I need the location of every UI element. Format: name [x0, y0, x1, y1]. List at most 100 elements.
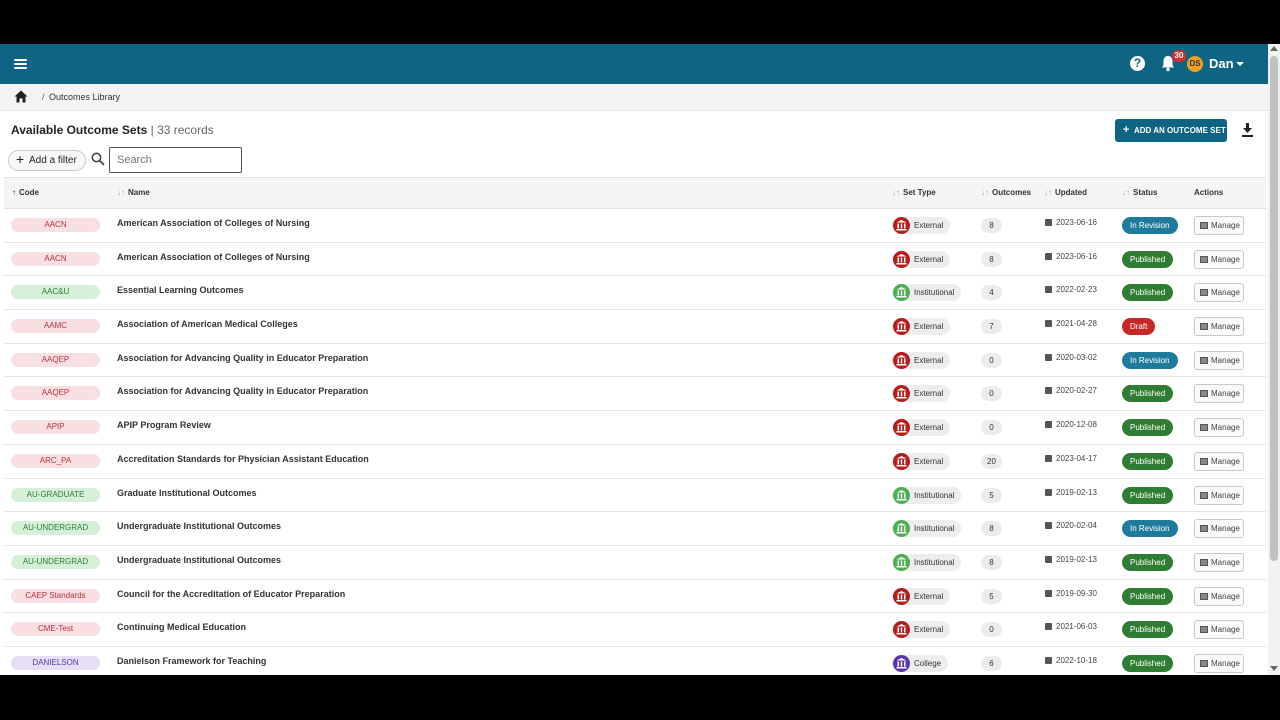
institution-building-icon — [893, 587, 910, 605]
updated-date: 2023-06-16 — [1045, 218, 1097, 227]
status-badge: Published — [1122, 452, 1174, 470]
table-row[interactable]: AU-UNDERGRAD Undergraduate Institutional … — [4, 545, 1266, 580]
updated-date: 2019-09-30 — [1045, 589, 1097, 598]
column-header-name[interactable]: ↓↑ Name — [117, 188, 150, 197]
outcome-set-name[interactable]: Council for the Accreditation of Educato… — [117, 589, 345, 599]
table-row[interactable]: AAC&U Essential Learning Outcomes Institut… — [4, 276, 1266, 311]
table-row[interactable]: AACN American Association of Colleges of … — [4, 242, 1266, 277]
manage-button[interactable]: Manage — [1194, 586, 1244, 606]
column-header-set-type[interactable]: ↓↑ Set Type — [892, 188, 936, 197]
calendar-icon — [1045, 252, 1052, 260]
updated-date: 2022-02-23 — [1045, 285, 1097, 294]
calendar-icon — [1045, 421, 1052, 429]
outcome-set-name[interactable]: Graduate Institutional Outcomes — [117, 488, 257, 498]
manage-button[interactable]: Manage — [1194, 249, 1244, 269]
user-avatar[interactable]: DS — [1187, 56, 1203, 72]
home-icon[interactable] — [14, 90, 28, 103]
calendar-icon — [1045, 387, 1052, 395]
manage-button[interactable]: Manage — [1194, 418, 1244, 438]
scroll-down-arrow-icon[interactable] — [1270, 666, 1278, 671]
set-type-badge: External — [892, 419, 951, 437]
outcome-set-name[interactable]: APIP Program Review — [117, 420, 211, 430]
plus-icon: + — [1123, 124, 1130, 136]
menu-icon[interactable] — [14, 59, 27, 69]
column-header-outcomes[interactable]: ↓↑ Outcomes — [981, 188, 1031, 197]
outcomes-count: 8 — [981, 521, 1002, 537]
manage-button[interactable]: Manage — [1194, 620, 1244, 640]
user-menu-caret-icon[interactable] — [1236, 62, 1244, 66]
plus-icon: + — [16, 151, 25, 167]
updated-date: 2021-04-28 — [1045, 319, 1097, 328]
table-row[interactable]: CME-Test Continuing Medical Education Exte… — [4, 613, 1266, 647]
column-header-updated[interactable]: ↓↑ Updated — [1044, 188, 1087, 197]
breadcrumb-separator: / — [42, 92, 45, 102]
outcome-set-name[interactable]: American Association of Colleges of Nurs… — [117, 218, 310, 228]
scrollbar-thumb[interactable] — [1270, 56, 1278, 561]
updated-date: 2019-02-13 — [1045, 555, 1097, 564]
code-badge: CME-Test — [11, 622, 100, 637]
table-row[interactable]: ARC_PA Accreditation Standards for Physic… — [4, 444, 1266, 479]
set-type-label: External — [914, 389, 944, 399]
outcome-set-name[interactable]: Danielson Framework for Teaching — [117, 656, 266, 666]
add-filter-button[interactable]: + Add a filter — [8, 150, 86, 171]
table-row[interactable]: AAMC Association of American Medical Coll… — [4, 310, 1266, 344]
outcome-set-name[interactable]: Undergraduate Institutional Outcomes — [117, 555, 281, 565]
outcomes-count: 0 — [981, 622, 1002, 638]
manage-button[interactable]: Manage — [1194, 653, 1244, 673]
set-type-badge: External — [892, 217, 951, 234]
outcome-set-name[interactable]: Essential Learning Outcomes — [117, 285, 244, 295]
app-window: ? 30 DS Dan / Outcomes Library Available… — [0, 44, 1280, 675]
manage-button[interactable]: Manage — [1194, 317, 1244, 337]
set-type-label: External — [914, 456, 944, 466]
outcome-set-name[interactable]: Undergraduate Institutional Outcomes — [117, 521, 281, 531]
institution-building-icon — [893, 486, 910, 504]
calendar-icon — [1045, 320, 1052, 328]
table-row[interactable]: AACN American Association of Colleges of … — [4, 209, 1266, 243]
add-outcome-set-button[interactable]: + ADD AN OUTCOME SET — [1115, 119, 1227, 142]
help-icon[interactable]: ? — [1130, 56, 1145, 71]
manage-icon — [1200, 390, 1208, 398]
manage-button[interactable]: Manage — [1194, 283, 1244, 303]
manage-button[interactable]: Manage — [1194, 552, 1244, 572]
outcome-set-name[interactable]: Accreditation Standards for Physician As… — [117, 454, 369, 464]
status-badge: Published — [1122, 654, 1174, 672]
set-type-badge: External — [892, 351, 951, 369]
notifications-badge: 30 — [1172, 50, 1186, 62]
outcome-set-name[interactable]: American Association of Colleges of Nurs… — [117, 252, 310, 262]
outcome-set-name[interactable]: Association for Advancing Quality in Edu… — [117, 386, 368, 396]
outcomes-count: 8 — [981, 218, 1002, 233]
set-type-badge: College — [892, 654, 949, 672]
search-icon[interactable] — [91, 152, 105, 166]
manage-button[interactable]: Manage — [1194, 451, 1244, 471]
table-row[interactable]: APIP APIP Program Review External 0 2020-12-… — [4, 411, 1266, 445]
code-badge: AU-UNDERGRAD — [11, 554, 100, 569]
manage-icon — [1200, 659, 1208, 667]
manage-button[interactable]: Manage — [1194, 350, 1244, 370]
set-type-label: External — [914, 625, 944, 635]
table-row[interactable]: DANIELSON Danielson Framework for Teachin… — [4, 646, 1266, 675]
download-icon[interactable] — [1241, 123, 1254, 137]
outcome-set-name[interactable]: Continuing Medical Education — [117, 622, 246, 632]
set-type-badge: Institutional — [892, 486, 962, 504]
scrollbar[interactable] — [1268, 44, 1280, 675]
outcome-set-name[interactable]: Association for Advancing Quality in Edu… — [117, 353, 368, 363]
scroll-up-arrow-icon[interactable] — [1270, 46, 1278, 51]
column-header-status[interactable]: ↓↑ Status — [1122, 188, 1157, 197]
manage-button[interactable]: Manage — [1194, 519, 1244, 539]
set-type-label: External — [914, 591, 944, 601]
manage-button[interactable]: Manage — [1194, 384, 1244, 404]
outcomes-count: 8 — [981, 251, 1002, 267]
table-row[interactable]: AU-GRADUATE Graduate Institutional Outcom… — [4, 478, 1266, 513]
table-row[interactable]: AAQEP Association for Advancing Quality i… — [4, 343, 1266, 378]
table-row[interactable]: AU-UNDERGRAD Undergraduate Institutional … — [4, 512, 1266, 546]
column-header-code[interactable]: ↑ Code — [12, 188, 39, 197]
search-input[interactable] — [109, 147, 242, 173]
table-row[interactable]: CAEP Standards Council for the Accreditat… — [4, 579, 1266, 614]
table-row[interactable]: AAQEP Association for Advancing Quality i… — [4, 377, 1266, 412]
user-name-menu[interactable]: Dan — [1209, 56, 1234, 71]
manage-button[interactable]: Manage — [1194, 216, 1244, 235]
outcome-set-name[interactable]: Association of American Medical Colleges — [117, 319, 298, 329]
table-header: ↑ Code ↓↑ Name ↓↑ Set Type ↓↑ Outcomes ↓↑ Upd… — [4, 177, 1266, 209]
institution-building-icon — [893, 284, 910, 302]
manage-button[interactable]: Manage — [1194, 485, 1244, 505]
